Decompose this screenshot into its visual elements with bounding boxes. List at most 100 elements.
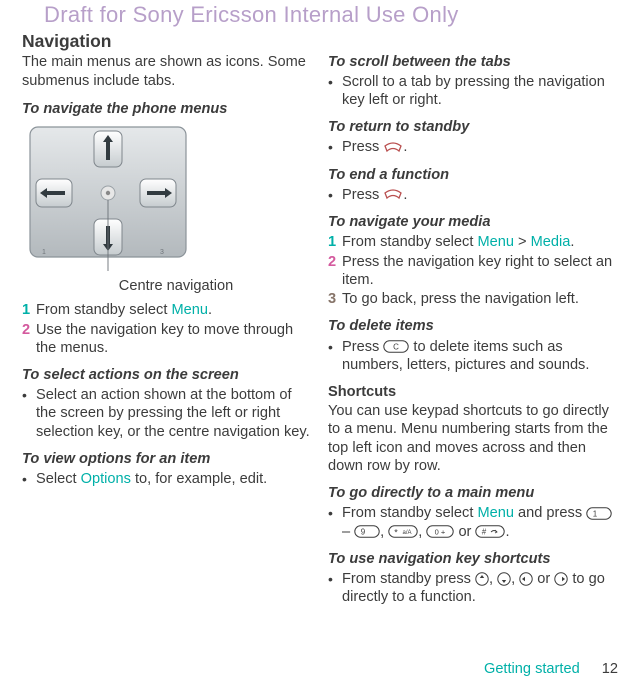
end-function-b: . (403, 187, 407, 203)
step-number-2: 2 (22, 321, 32, 357)
gm-e: , (418, 524, 426, 540)
media-step-1: 1 From standby select Menu > Media. (328, 233, 618, 251)
left-column: Navigation The main menus are shown as i… (22, 31, 312, 608)
media-step-2: 2 Press the navigation key right to sele… (328, 253, 618, 289)
svg-text:1: 1 (593, 510, 598, 519)
return-standby-bullet: • Press . (328, 138, 618, 156)
navigate-step-2: 2 Use the navigation key to move through… (22, 321, 312, 357)
nav-down-icon (497, 572, 511, 586)
ns-d: or (533, 571, 554, 587)
bullet-icon: • (328, 570, 336, 606)
menu-link: Menu (477, 505, 514, 521)
svg-text:9: 9 (361, 528, 366, 537)
heading-view-options: To view options for an item (22, 450, 312, 468)
heading-scroll-tabs: To scroll between the tabs (328, 53, 618, 71)
heading-delete-items: To delete items (328, 317, 618, 335)
media-step-3: 3 To go back, press the navigation left. (328, 290, 618, 308)
c-key-icon: C (383, 340, 409, 353)
svg-text:0 +: 0 + (435, 528, 446, 537)
end-function-a: Press (342, 187, 383, 203)
ns-c: , (511, 571, 519, 587)
heading-navigate-media: To navigate your media (328, 213, 618, 231)
figure-caption: Centre navigation (22, 277, 312, 295)
step-text-1: From standby select Menu. (36, 301, 312, 319)
step-number-3: 3 (328, 290, 338, 308)
right-column: To scroll between the tabs • Scroll to a… (328, 31, 618, 608)
draft-notice: Draft for Sony Ericsson Internal Use Onl… (44, 1, 618, 29)
svg-text:#: # (482, 528, 487, 537)
heading-return-standby: To return to standby (328, 118, 618, 136)
navigation-key-figure: 1 3 (22, 121, 192, 271)
svg-text:a/A: a/A (403, 530, 412, 536)
media-step-text-1: From standby select Menu > Media. (342, 233, 618, 251)
bullet-icon: • (328, 73, 336, 109)
content-columns: Navigation The main menus are shown as i… (22, 31, 618, 608)
footer-section-label: Getting started (484, 661, 580, 677)
delete-a: Press (342, 339, 383, 355)
media-step-text-2: Press the navigation key right to select… (342, 253, 618, 289)
step-number-2: 2 (328, 253, 338, 289)
return-standby-b: . (403, 139, 407, 155)
view-options-a: Select (36, 471, 81, 487)
go-menu-bullet: • From standby select Menu and press 1 –… (328, 504, 618, 540)
heading-select-actions: To select actions on the screen (22, 366, 312, 384)
svg-text:C: C (393, 343, 399, 352)
return-standby-a: Press (342, 139, 383, 155)
return-standby-text: Press . (342, 138, 407, 156)
svg-text:1: 1 (42, 249, 46, 256)
go-menu-text: From standby select Menu and press 1 – 9… (342, 504, 618, 540)
bullet-icon: • (328, 186, 336, 204)
heading-end-function: To end a function (328, 166, 618, 184)
ns-a: From standby press (342, 571, 475, 587)
delete-items-text: Press C to delete items such as numbers,… (342, 338, 618, 374)
heading-shortcuts: Shortcuts (328, 383, 618, 401)
media-step-text-3: To go back, press the navigation left. (342, 290, 618, 308)
nav-shortcuts-text: From standby press , , or to go directly… (342, 570, 618, 606)
end-function-bullet: • Press . (328, 186, 618, 204)
bullet-icon: • (328, 338, 336, 374)
navigation-intro: The main menus are shown as icons. Some … (22, 53, 312, 89)
bullet-icon: • (22, 470, 30, 488)
step-text-2: Use the navigation key to move through t… (36, 321, 312, 357)
gm-g: . (505, 524, 509, 540)
bullet-icon: • (328, 504, 336, 540)
navigation-heading: Navigation (22, 31, 312, 53)
navigate-step-1: 1 From standby select Menu. (22, 301, 312, 319)
key-0-icon: 0 + (426, 525, 454, 538)
bullet-icon: • (22, 386, 30, 441)
nav-right-icon (554, 572, 568, 586)
step-number-1: 1 (22, 301, 32, 319)
page-footer: Getting started 12 (484, 660, 618, 678)
select-actions-text: Select an action shown at the bottom of … (36, 386, 312, 441)
heading-nav-key-shortcuts: To use navigation key shortcuts (328, 550, 618, 568)
shortcuts-text: You can use keypad shortcuts to go direc… (328, 402, 618, 475)
heading-go-directly-menu: To go directly to a main menu (328, 484, 618, 502)
svg-text:*: * (395, 528, 399, 538)
svg-text:3: 3 (160, 249, 164, 256)
nav-left-icon (519, 572, 533, 586)
bullet-icon: • (328, 138, 336, 156)
key-9-icon: 9 (354, 525, 380, 538)
step1-text-a: From standby select (36, 302, 171, 318)
end-key-icon (383, 189, 403, 201)
step1-text-b: . (208, 302, 212, 318)
step-number-1: 1 (328, 233, 338, 251)
nav-shortcuts-bullet: • From standby press , , or to go direct… (328, 570, 618, 606)
key-1-icon: 1 (586, 507, 612, 520)
gm-b: and press (514, 505, 586, 521)
menu-link: Menu (171, 302, 208, 318)
view-options-text: Select Options to, for example, edit. (36, 470, 267, 488)
gm-a: From standby select (342, 505, 477, 521)
m1-a: From standby select (342, 234, 477, 250)
end-key-icon (383, 142, 403, 154)
gm-d: , (380, 524, 388, 540)
media-link: Media (531, 234, 571, 250)
view-options-b: to, for example, edit. (131, 471, 267, 487)
m1-b: . (570, 234, 574, 250)
select-actions-bullet: • Select an action shown at the bottom o… (22, 386, 312, 441)
m1-gt: > (514, 234, 531, 250)
page-number: 12 (602, 661, 618, 677)
options-link: Options (81, 471, 131, 487)
scroll-tabs-bullet: • Scroll to a tab by pressing the naviga… (328, 73, 618, 109)
gm-f: or (454, 524, 475, 540)
